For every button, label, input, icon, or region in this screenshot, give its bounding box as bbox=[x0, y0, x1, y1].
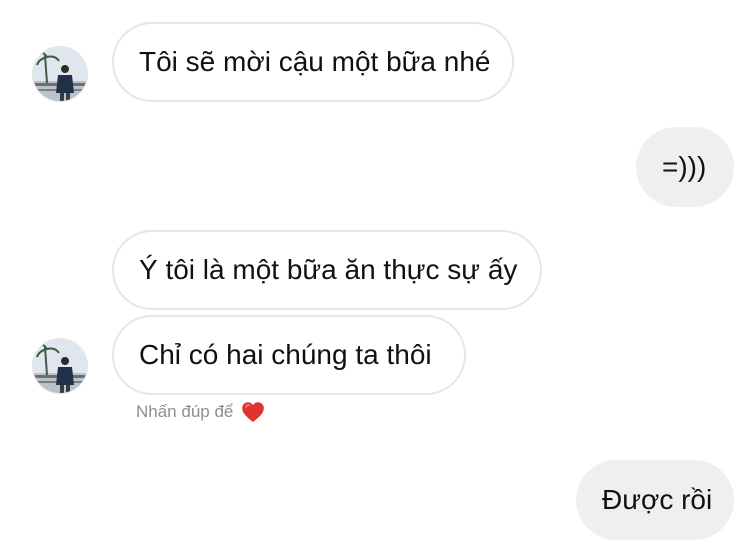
message-text: =))) bbox=[662, 151, 707, 182]
message-text: Được rồi bbox=[602, 484, 713, 515]
message-bubble-outgoing[interactable]: Được rồi bbox=[576, 460, 734, 540]
message-bubble-incoming[interactable]: Chỉ có hai chúng ta thôi bbox=[112, 315, 466, 395]
message-bubble-outgoing[interactable]: =))) bbox=[636, 127, 734, 207]
contact-avatar[interactable] bbox=[32, 338, 88, 394]
message-bubble-incoming[interactable]: Tôi sẽ mời cậu một bữa nhé bbox=[112, 22, 514, 102]
message-text: Ý tôi là một bữa ăn thực sự ấy bbox=[139, 254, 518, 285]
message-text: Chỉ có hai chúng ta thôi bbox=[139, 339, 432, 370]
message-bubble-incoming[interactable]: Ý tôi là một bữa ăn thực sự ấy bbox=[112, 230, 542, 310]
double-tap-hint: Nhấn đúp để bbox=[136, 401, 265, 423]
avatar-photo bbox=[33, 339, 87, 393]
contact-avatar[interactable] bbox=[32, 46, 88, 102]
avatar-photo bbox=[33, 47, 87, 101]
double-tap-hint-text: Nhấn đúp để bbox=[136, 402, 234, 421]
heart-icon[interactable] bbox=[241, 401, 265, 423]
message-text: Tôi sẽ mời cậu một bữa nhé bbox=[139, 46, 491, 77]
